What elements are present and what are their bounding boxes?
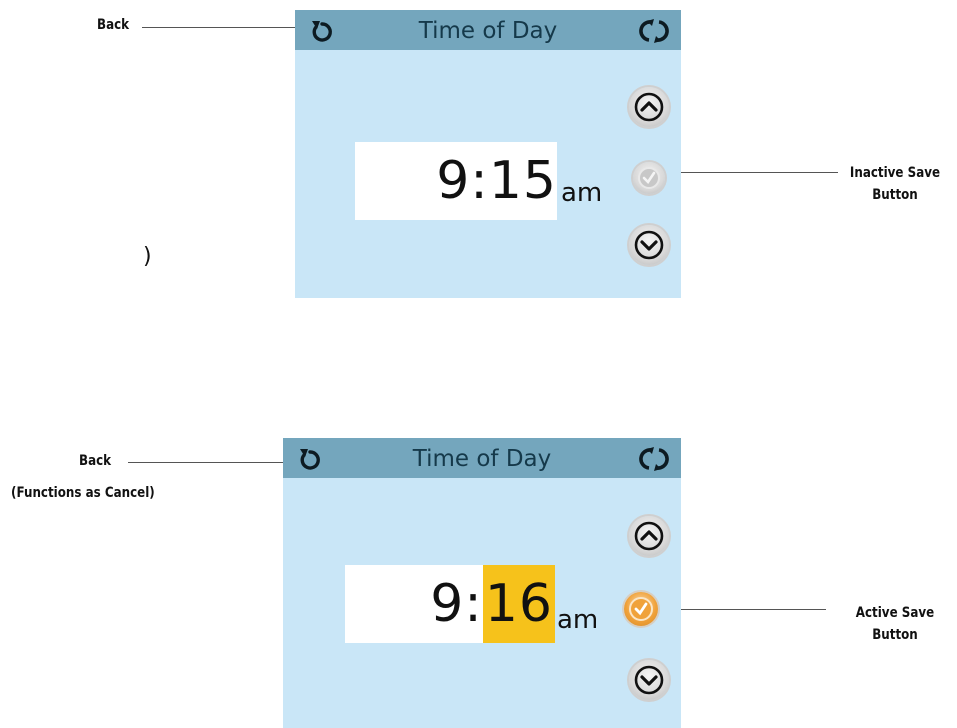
back-arrow-icon[interactable] xyxy=(297,446,323,472)
chevron-up-icon xyxy=(634,521,664,551)
refresh-icon[interactable] xyxy=(639,18,669,44)
back-callout-top: Back xyxy=(97,17,130,33)
chevron-down-icon xyxy=(634,665,664,695)
time-digits: 9:16 xyxy=(430,565,555,643)
inactive-save-callout-line1: Inactive Save xyxy=(849,165,941,181)
save-button-active[interactable] xyxy=(624,592,658,626)
inactive-save-leader xyxy=(660,172,838,173)
screen-header: Time of Day xyxy=(295,10,681,50)
inactive-save-callout: Inactive Save Button xyxy=(842,162,947,206)
active-save-callout-line1: Active Save xyxy=(855,605,935,621)
screen-title: Time of Day xyxy=(418,18,558,44)
stray-paren: ) xyxy=(143,244,152,269)
ampm-label: am xyxy=(557,605,599,635)
save-button-inactive[interactable] xyxy=(633,162,665,194)
up-button[interactable] xyxy=(629,87,669,127)
checkmark-icon xyxy=(629,597,653,621)
time-of-day-screen-bottom: Time of Day 9:16 am xyxy=(283,438,681,728)
active-save-leader xyxy=(656,609,826,610)
screen-header: Time of Day xyxy=(283,438,681,478)
time-prefix: 9:15 xyxy=(436,151,557,211)
back-leader-bottom xyxy=(128,462,298,463)
back-callout-bottom: Back xyxy=(79,453,112,469)
time-prefix: 9: xyxy=(430,574,483,634)
screen-title: Time of Day xyxy=(412,446,552,472)
time-of-day-screen-top: Time of Day 9:15 am xyxy=(295,10,681,298)
chevron-down-icon xyxy=(634,230,664,260)
active-save-callout-line2: Button xyxy=(872,627,918,643)
chevron-up-icon xyxy=(634,92,664,122)
checkmark-icon xyxy=(638,167,660,189)
time-display[interactable]: 9:16 xyxy=(345,565,555,643)
back-arrow-icon[interactable] xyxy=(309,18,335,44)
back-callout-bottom-sub: (Functions as Cancel) xyxy=(11,485,155,501)
back-leader-top xyxy=(142,27,312,28)
minutes-highlight[interactable]: 16 xyxy=(482,565,555,643)
ampm-label: am xyxy=(561,178,603,208)
time-digits: 9:15 xyxy=(436,142,557,220)
time-display[interactable]: 9:15 xyxy=(355,142,557,220)
down-button[interactable] xyxy=(629,660,669,700)
down-button[interactable] xyxy=(629,225,669,265)
active-save-callout: Active Save Button xyxy=(842,602,947,646)
inactive-save-callout-line2: Button xyxy=(872,187,918,203)
up-button[interactable] xyxy=(629,516,669,556)
refresh-icon[interactable] xyxy=(639,446,669,472)
